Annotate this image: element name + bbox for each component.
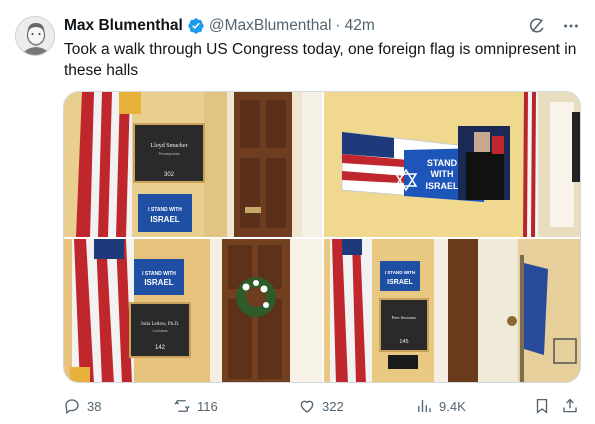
timestamp[interactable]: 42m bbox=[345, 17, 375, 35]
bookmark-button[interactable] bbox=[533, 395, 551, 417]
nameplate-small: Louisiana bbox=[153, 329, 168, 333]
room-number: 302 bbox=[164, 172, 175, 178]
nameplate-title: Julia Letlow, Ph.D. bbox=[141, 322, 179, 327]
tweet-image-3[interactable]: I STAND WITH ISRAEL Julia Letlow, Ph.D. … bbox=[64, 239, 322, 382]
banner-line1: STAND bbox=[427, 158, 458, 168]
room-number: 142 bbox=[155, 345, 166, 351]
more-icon[interactable] bbox=[561, 16, 581, 36]
share-icon bbox=[563, 398, 577, 413]
action-bar: 38 116 322 9.4K bbox=[63, 395, 581, 417]
repost-icon bbox=[174, 400, 190, 412]
sign-line1: I STAND WITH bbox=[142, 271, 176, 277]
verified-badge-icon bbox=[187, 17, 205, 35]
tweet-text: Took a walk through US Congress today, o… bbox=[64, 41, 577, 79]
repost-button[interactable]: 116 bbox=[173, 395, 218, 417]
tweet-image-4[interactable]: I STAND WITH ISRAEL Pete Sessions 145 bbox=[324, 239, 580, 382]
reply-icon bbox=[65, 399, 79, 415]
views-button[interactable]: 9.4K bbox=[415, 395, 466, 417]
views-icon bbox=[418, 400, 431, 412]
nameplate-title: Pete Sessions bbox=[392, 315, 417, 320]
view-count: 9.4K bbox=[439, 398, 466, 414]
like-button[interactable]: 322 bbox=[298, 395, 344, 417]
reply-button[interactable]: 38 bbox=[63, 395, 101, 417]
share-button[interactable] bbox=[561, 395, 579, 417]
media-grid: Lloyd Smucker Pennsylvania 302 I STAND W… bbox=[63, 91, 581, 383]
tweet-image-2[interactable]: STAND WITH ISRAEL bbox=[324, 92, 580, 237]
banner-line2: WITH bbox=[431, 169, 454, 179]
sign-line2: ISRAEL bbox=[387, 279, 413, 286]
bookmark-icon bbox=[536, 398, 548, 414]
nameplate-small: Pennsylvania bbox=[159, 152, 180, 156]
like-count: 322 bbox=[322, 398, 344, 414]
reply-count: 38 bbox=[87, 398, 102, 414]
sign-line2: ISRAEL bbox=[144, 278, 173, 287]
separator-dot: · bbox=[335, 17, 341, 34]
banner-line3: ISRAEL bbox=[425, 181, 459, 191]
room-number: 145 bbox=[399, 339, 408, 345]
tweet-header: Max Blumenthal @MaxBlumenthal · 42m bbox=[64, 16, 375, 36]
avatar[interactable] bbox=[15, 16, 55, 56]
tweet: Max Blumenthal @MaxBlumenthal · 42m Took… bbox=[0, 0, 595, 424]
author-handle[interactable]: @MaxBlumenthal bbox=[209, 17, 332, 35]
tweet-top-actions bbox=[527, 16, 581, 36]
tweet-image-1[interactable]: Lloyd Smucker Pennsylvania 302 I STAND W… bbox=[64, 92, 322, 237]
sign-line1: I STAND WITH bbox=[385, 270, 415, 275]
author-name[interactable]: Max Blumenthal bbox=[64, 17, 183, 35]
heart-icon bbox=[300, 400, 314, 413]
sign-line2: ISRAEL bbox=[150, 215, 179, 224]
repost-count: 116 bbox=[197, 398, 218, 414]
grok-icon[interactable] bbox=[527, 16, 547, 36]
nameplate-title: Lloyd Smucker bbox=[150, 143, 187, 149]
sign-line1: I STAND WITH bbox=[148, 207, 182, 213]
